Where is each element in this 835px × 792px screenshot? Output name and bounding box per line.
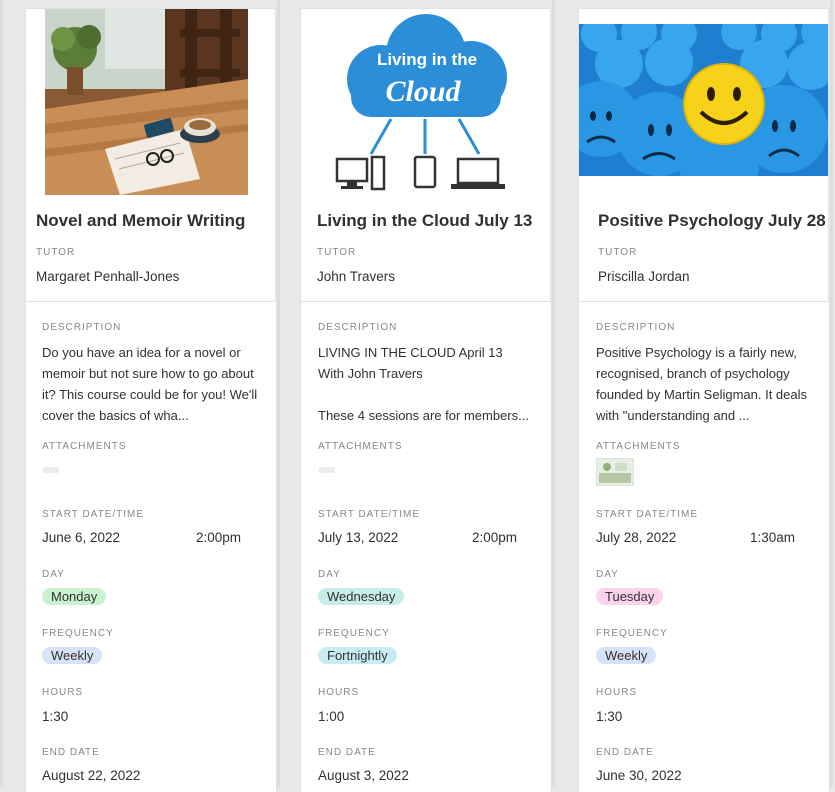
description-label: DESCRIPTION	[596, 322, 676, 333]
cloud-devices-image[interactable]: Living in the Cloud	[301, 9, 550, 195]
frequency-label: FREQUENCY	[596, 628, 668, 639]
frequency-label: FREQUENCY	[318, 628, 390, 639]
hours-value: 1:30	[596, 709, 623, 724]
start-date: July 28, 2022	[596, 530, 677, 545]
attachment-placeholder[interactable]	[43, 467, 59, 473]
description-line: LIVING IN THE CLOUD April 13	[318, 345, 503, 360]
cloud-text-line1: Living in the	[377, 50, 477, 69]
attachment-placeholder[interactable]	[319, 467, 335, 473]
tutor-name: John Travers	[317, 269, 396, 284]
end-date: June 30, 2022	[596, 768, 682, 783]
hours-label: HOURS	[596, 687, 638, 698]
card-header[interactable]: Novel and Memoir Writing TUTOR Margaret …	[25, 8, 276, 302]
end-label: END DATE	[596, 747, 654, 758]
attachments-label: ATTACHMENTS	[42, 441, 127, 452]
hours-value: 1:30	[42, 709, 69, 724]
description-text: Do you have an idea for a novel or memoi…	[42, 345, 258, 423]
attachments-label: ATTACHMENTS	[596, 441, 681, 452]
attachments-label: ATTACHMENTS	[318, 441, 403, 452]
frequency-badge: Weekly	[42, 647, 103, 664]
day-badge: Tuesday	[596, 588, 664, 605]
end-date: August 3, 2022	[318, 768, 409, 783]
start-label: START DATE/TIME	[318, 509, 421, 520]
card-header[interactable]: Positive Psychology July 28 TUTOR Prisci…	[578, 8, 829, 302]
description-text: LIVING IN THE CLOUD April 13 With John T…	[318, 342, 542, 426]
end-label: END DATE	[42, 747, 100, 758]
course-title[interactable]: Living in the Cloud July 13	[317, 211, 532, 231]
hours-label: HOURS	[42, 687, 84, 698]
course-title[interactable]: Novel and Memoir Writing	[36, 211, 245, 231]
start-time: 2:00pm	[196, 530, 242, 545]
start-label: START DATE/TIME	[596, 509, 699, 520]
description-line: These 4 sessions are for members...	[318, 408, 529, 423]
day-label: DAY	[596, 569, 619, 580]
tutor-label: TUTOR	[598, 247, 638, 258]
description-text: Positive Psychology is a fairly new, rec…	[596, 345, 808, 423]
start-date: June 6, 2022	[42, 530, 121, 545]
start-date: July 13, 2022	[318, 530, 399, 545]
description-label: DESCRIPTION	[42, 322, 122, 333]
hours-value: 1:00	[318, 709, 345, 724]
end-date: August 22, 2022	[42, 768, 141, 783]
course-card-cloud[interactable]: Living in the Cloud Living in the Cloud …	[300, 0, 555, 792]
day-badge: Wednesday	[318, 588, 405, 605]
course-card-psychology[interactable]: Positive Psychology July 28 TUTOR Prisci…	[578, 0, 833, 792]
tutor-name: Margaret Penhall-Jones	[36, 269, 180, 284]
column-divider	[0, 0, 3, 787]
start-time: 2:00pm	[472, 530, 518, 545]
frequency-badge: Weekly	[596, 647, 657, 664]
desk-photo-image[interactable]	[45, 9, 248, 195]
description-line: With John Travers	[318, 366, 423, 381]
day-badge: Monday	[42, 588, 107, 605]
card-details: DESCRIPTION Positive Psychology is a fai…	[578, 302, 830, 792]
tutor-label: TUTOR	[36, 247, 76, 258]
frequency-label: FREQUENCY	[42, 628, 114, 639]
description-label: DESCRIPTION	[318, 322, 398, 333]
end-label: END DATE	[318, 747, 376, 758]
attachment-thumbnail[interactable]	[596, 458, 634, 486]
card-details: DESCRIPTION LIVING IN THE CLOUD April 13…	[300, 302, 552, 792]
smiley-balls-image[interactable]	[579, 24, 828, 176]
course-card-novel[interactable]: Novel and Memoir Writing TUTOR Margaret …	[25, 0, 280, 792]
day-label: DAY	[318, 569, 341, 580]
card-header[interactable]: Living in the Cloud Living in the Cloud …	[300, 8, 551, 302]
frequency-badge: Fortnightly	[318, 647, 397, 664]
start-label: START DATE/TIME	[42, 509, 145, 520]
day-label: DAY	[42, 569, 65, 580]
tutor-name: Priscilla Jordan	[598, 269, 690, 284]
hours-label: HOURS	[318, 687, 360, 698]
card-details: DESCRIPTION Do you have an idea for a no…	[25, 302, 277, 792]
course-title[interactable]: Positive Psychology July 28	[598, 211, 826, 231]
start-time: 1:30am	[750, 530, 796, 545]
tutor-label: TUTOR	[317, 247, 357, 258]
cloud-text-line2: Cloud	[385, 75, 461, 108]
